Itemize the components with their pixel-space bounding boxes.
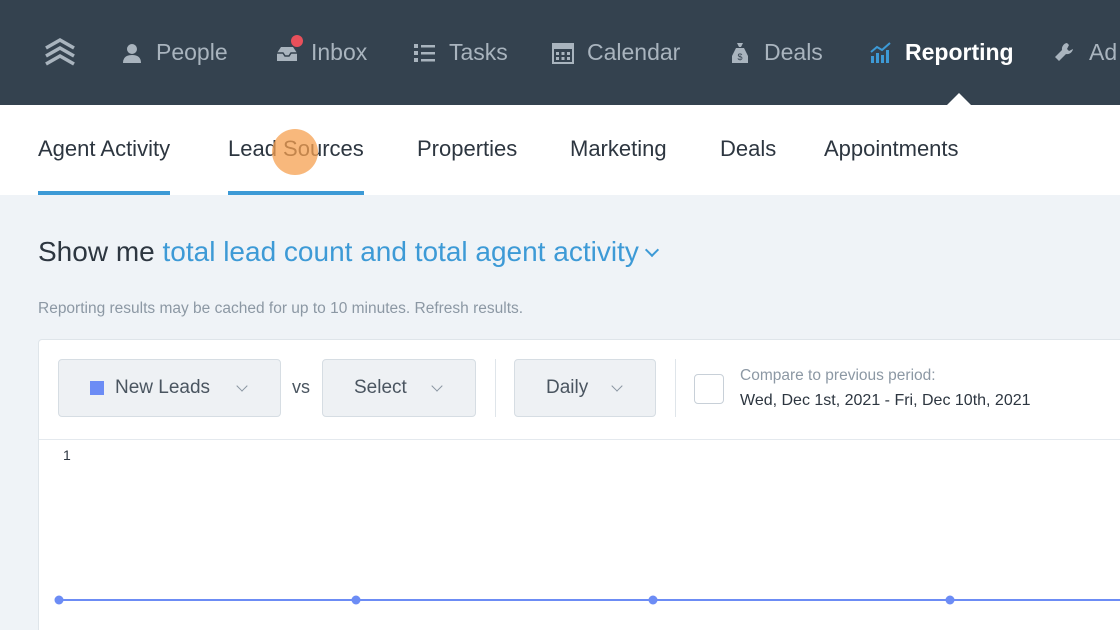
top-nav: People Inbox Tasks Calendar $ Deals Repo… <box>0 0 1120 105</box>
tab-underline <box>228 191 364 195</box>
money-bag-icon: $ <box>728 41 752 65</box>
report-type-label: total lead count and total agent activit… <box>162 236 639 267</box>
person-icon <box>120 41 144 65</box>
showme-prefix: Show me <box>38 236 155 267</box>
nav-admin-label: Ad <box>1089 39 1118 65</box>
calendar-icon <box>551 41 575 65</box>
inbox-icon <box>275 34 303 65</box>
data-point[interactable] <box>54 595 64 605</box>
divider <box>675 359 676 417</box>
nav-deals-label: Deals <box>764 39 823 65</box>
nav-deals[interactable]: $ Deals <box>728 0 823 105</box>
svg-text:$: $ <box>737 52 742 62</box>
nav-reporting[interactable]: Reporting <box>869 0 1014 105</box>
leads-line-chart <box>54 595 1120 605</box>
tab-marketing-label: Marketing <box>570 136 667 161</box>
series-swatch <box>90 381 104 395</box>
report-panel: New Leads vs Select Daily Compare to pre… <box>38 339 1120 630</box>
active-nav-caret <box>947 93 971 105</box>
data-point[interactable] <box>945 595 955 605</box>
cache-notice: Reporting results may be cached for up t… <box>38 300 523 318</box>
chevron-down-icon <box>236 380 248 392</box>
compare-period-checkbox[interactable] <box>694 374 724 404</box>
list-icon <box>413 41 437 65</box>
compare-period-label: Compare to previous period: <box>740 367 936 384</box>
report-selector: Show me total lead count and total agent… <box>38 236 659 268</box>
chevron-down-icon <box>431 380 443 392</box>
notification-badge <box>291 34 303 47</box>
compare-metric-label: Select <box>354 377 407 398</box>
report-type-dropdown[interactable]: total lead count and total agent activit… <box>162 236 659 267</box>
wrench-icon <box>1053 41 1077 65</box>
nav-tasks[interactable]: Tasks <box>413 0 508 105</box>
divider <box>495 359 496 417</box>
tab-deals-label: Deals <box>720 136 777 161</box>
vs-label: vs <box>292 377 310 397</box>
tab-agent-activity[interactable]: Agent Activity <box>38 105 171 195</box>
metric-dropdown[interactable]: New Leads <box>58 359 281 417</box>
nav-calendar[interactable]: Calendar <box>551 0 680 105</box>
tab-appointments-label: Appointments <box>824 136 959 161</box>
reporting-subtabs: Agent Activity Lead Sources Properties M… <box>0 105 1120 195</box>
interval-dropdown[interactable]: Daily <box>514 359 656 417</box>
tab-appointments[interactable]: Appointments <box>824 105 959 195</box>
nav-admin[interactable]: Ad <box>1053 0 1117 105</box>
nav-people[interactable]: People <box>120 0 228 105</box>
tab-underline <box>38 191 171 195</box>
nav-inbox[interactable]: Inbox <box>275 0 367 105</box>
cache-notice-text: Reporting results may be cached for up t… <box>38 300 411 317</box>
chevron-down-icon <box>611 380 623 392</box>
nav-tasks-label: Tasks <box>449 39 508 65</box>
chart-icon <box>869 41 893 65</box>
tab-properties[interactable]: Properties <box>417 105 517 195</box>
data-point[interactable] <box>351 595 361 605</box>
tab-agent-activity-label: Agent Activity <box>38 136 171 161</box>
nav-calendar-label: Calendar <box>587 39 681 65</box>
tab-marketing[interactable]: Marketing <box>570 105 667 195</box>
nav-people-label: People <box>156 39 228 65</box>
tab-lead-sources-label: Lead Sources <box>228 136 364 161</box>
tab-lead-sources[interactable]: Lead Sources <box>228 105 364 195</box>
metric-dropdown-label: New Leads <box>115 377 211 398</box>
tab-deals[interactable]: Deals <box>720 105 776 195</box>
compare-period-dates: Wed, Dec 1st, 2021 - Fri, Dec 10th, 2021 <box>740 392 1031 409</box>
nav-reporting-label: Reporting <box>905 39 1014 65</box>
chevron-down-icon <box>644 242 659 258</box>
app-logo-icon[interactable] <box>42 36 78 70</box>
nav-inbox-label: Inbox <box>311 39 368 65</box>
tab-properties-label: Properties <box>417 136 518 161</box>
compare-metric-dropdown[interactable]: Select <box>322 359 476 417</box>
data-point[interactable] <box>648 595 658 605</box>
interval-label: Daily <box>546 377 589 398</box>
refresh-results-link[interactable]: Refresh results. <box>415 300 524 317</box>
